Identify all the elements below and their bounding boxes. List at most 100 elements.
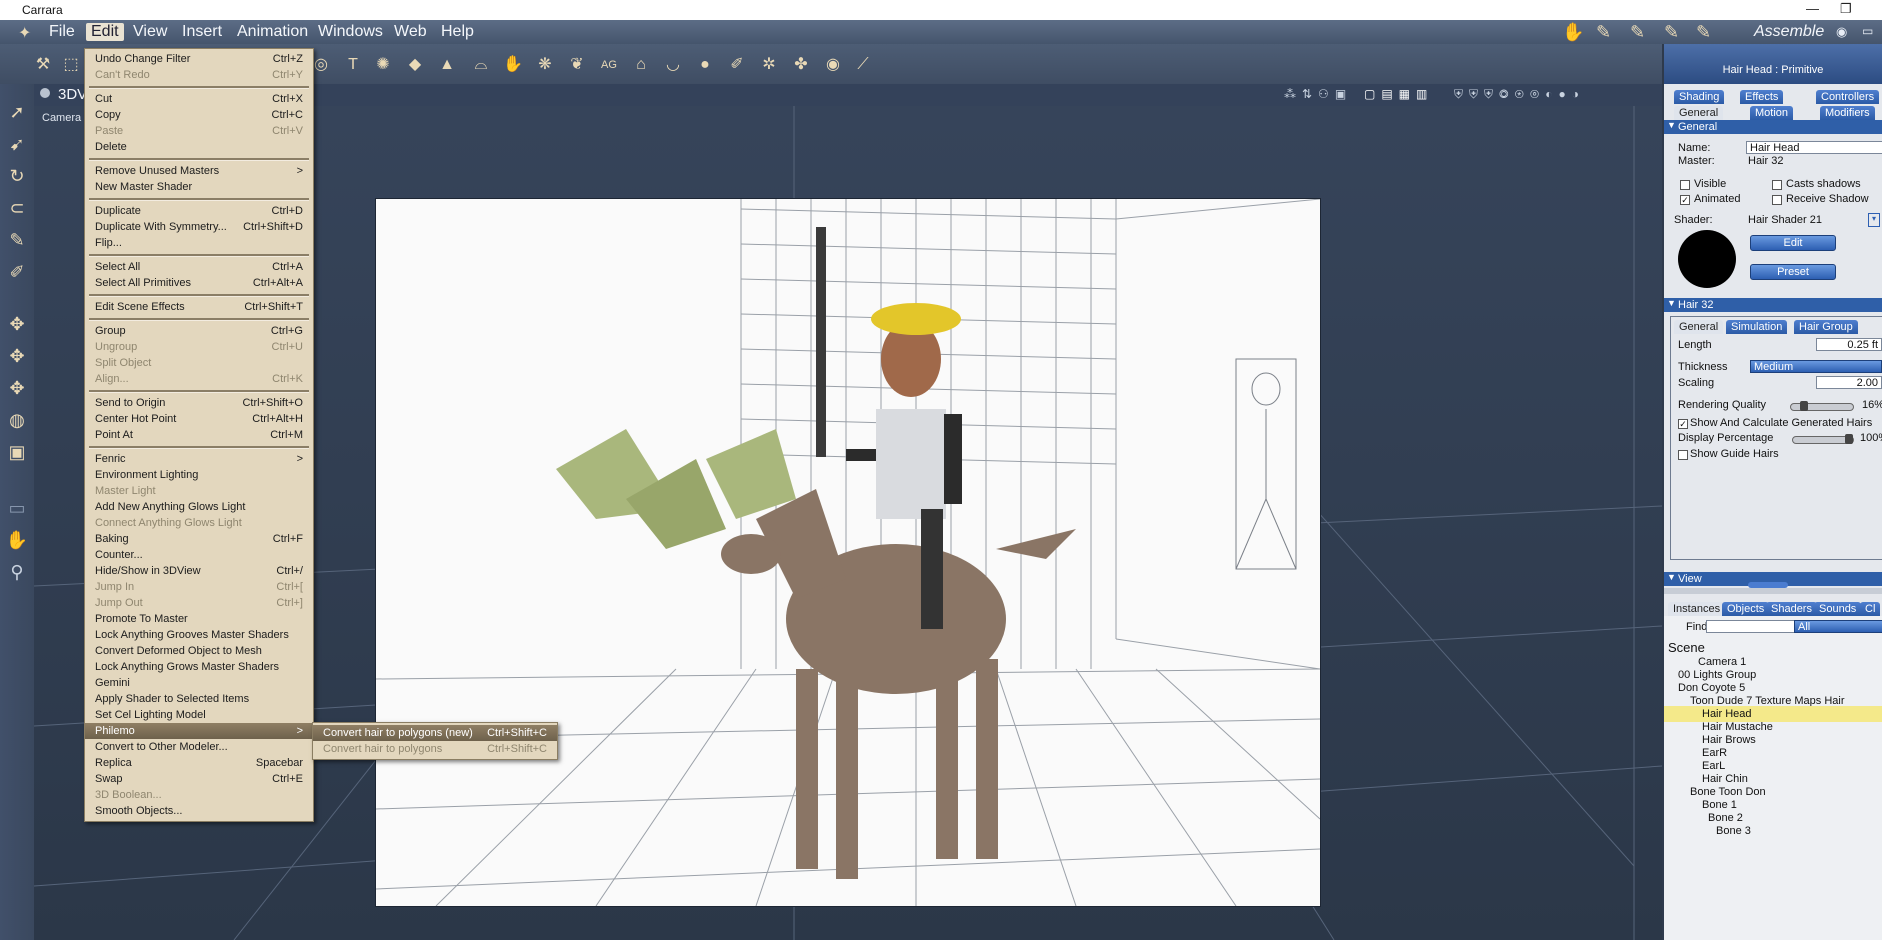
menu-item-apply-shader[interactable]: Apply Shader to Selected Items: [95, 691, 303, 707]
tab-controllers[interactable]: Controllers: [1816, 90, 1880, 104]
menu-item-hide-show[interactable]: Hide/Show in 3DView Ctrl+/: [95, 563, 303, 579]
tab-instances[interactable]: Instances: [1668, 602, 1726, 616]
menu-item-edit-scene-effects[interactable]: Edit Scene Effects Ctrl+Shift+T: [95, 299, 303, 315]
menu-web[interactable]: Web: [389, 23, 432, 41]
trackball-icon[interactable]: ◍: [5, 408, 29, 432]
slider-knob[interactable]: [1799, 401, 1808, 411]
collapse-arrow-icon[interactable]: ▼: [1667, 572, 1676, 582]
tab-general[interactable]: General: [1674, 106, 1724, 120]
menu-item-point-at[interactable]: Point At Ctrl+M: [95, 427, 303, 443]
pen-icon[interactable]: ✎: [5, 228, 29, 252]
menu-item-new-master-shader[interactable]: New Master Shader: [95, 179, 303, 195]
scene-canvas[interactable]: [375, 198, 1321, 907]
tool-move-icon[interactable]: ⚒: [32, 55, 54, 75]
menu-item-replica[interactable]: Replica Spacebar: [95, 755, 303, 771]
visible-checkbox[interactable]: [1680, 180, 1690, 190]
menu-item-group[interactable]: Group Ctrl+G: [95, 323, 303, 339]
menu-item-fenric[interactable]: Fenric >: [95, 451, 303, 467]
paint-icon[interactable]: ✐: [5, 260, 29, 284]
menu-item-cel-lighting[interactable]: Set Cel Lighting Model: [95, 707, 303, 723]
length-field[interactable]: 0.25 ft: [1816, 338, 1882, 351]
tool-skeleton-icon[interactable]: ✤: [790, 55, 812, 75]
thickness-select[interactable]: Medium: [1750, 360, 1882, 373]
section-general-header[interactable]: General: [1664, 120, 1882, 134]
menu-edit[interactable]: Edit: [86, 23, 124, 41]
menu-item-lock-grows[interactable]: Lock Anything Grows Master Shaders: [95, 659, 303, 675]
menu-item-smooth-objects[interactable]: Smooth Objects...: [95, 803, 303, 819]
tool-target-icon[interactable]: ◉: [822, 55, 844, 75]
pan-hand-icon[interactable]: ✋: [5, 528, 29, 552]
minimize-button[interactable]: —: [1806, 1, 1819, 16]
menu-item-swap[interactable]: Swap Ctrl+E: [95, 771, 303, 787]
menu-windows[interactable]: Windows: [313, 23, 388, 41]
shader-dropdown-icon[interactable]: ▾: [1868, 213, 1880, 227]
collapse-arrow-icon[interactable]: ▼: [1667, 120, 1676, 130]
room-storyboard-icon[interactable]: ✋: [1562, 22, 1584, 43]
menu-item-duplicate-symmetry[interactable]: Duplicate With Symmetry... Ctrl+Shift+D: [95, 219, 303, 235]
tool-pin-icon[interactable]: ✐: [726, 55, 748, 75]
preset-shader-button[interactable]: Preset: [1750, 264, 1836, 280]
menu-item-send-to-origin[interactable]: Send to Origin Ctrl+Shift+O: [95, 395, 303, 411]
hair-tab-general[interactable]: General: [1674, 320, 1724, 334]
hair-tab-hair-group[interactable]: Hair Group: [1794, 320, 1858, 334]
tab-shading[interactable]: Shading: [1674, 90, 1725, 104]
view-options-icon[interactable]: [40, 88, 50, 98]
tool-spline-icon[interactable]: ✲: [758, 55, 780, 75]
zoom-magnifier-icon[interactable]: ⚲: [5, 560, 29, 584]
view-nav-icons[interactable]: ⁂⇅⚇▣: [1284, 87, 1352, 101]
tool-tree-icon[interactable]: ❋: [534, 55, 556, 75]
tool-gear-icon[interactable]: ✺: [372, 55, 394, 75]
shading-mode-icons[interactable]: ⛨⛨⛨◎⊛⊚◐●◑: [1454, 87, 1585, 102]
menu-item-philemo[interactable]: Philemo >: [85, 723, 313, 739]
tool-blob-icon[interactable]: ●: [694, 55, 716, 75]
tool-house-icon[interactable]: ⌂: [630, 55, 652, 75]
menu-item-undo[interactable]: Undo Change Filter Ctrl+Z: [95, 51, 303, 67]
translate-xy-icon[interactable]: ✥: [5, 312, 29, 336]
menu-item-baking[interactable]: Baking Ctrl+F: [95, 531, 303, 547]
tool-text3d-icon[interactable]: AG: [598, 55, 620, 75]
rotate-icon[interactable]: ↻: [5, 164, 29, 188]
menu-item-remove-unused-masters[interactable]: Remove Unused Masters >: [95, 163, 303, 179]
show-guide-hairs-checkbox[interactable]: [1678, 450, 1688, 460]
menu-item-convert-modeler[interactable]: Convert to Other Modeler...: [95, 739, 303, 755]
menu-view[interactable]: View: [128, 23, 172, 41]
shader-preview-sphere[interactable]: [1678, 230, 1736, 288]
splitter-handle[interactable]: [1748, 582, 1788, 588]
collapse-arrow-icon[interactable]: ▼: [1667, 298, 1676, 308]
casts-shadows-checkbox[interactable]: [1772, 180, 1782, 190]
tab-sounds[interactable]: Sounds: [1814, 602, 1862, 616]
hair-tab-simulation[interactable]: Simulation: [1726, 320, 1788, 334]
name-field[interactable]: Hair Head: [1746, 141, 1882, 154]
tool-text-icon[interactable]: T: [342, 55, 364, 75]
menu-help[interactable]: Help: [436, 23, 479, 41]
tab-effects[interactable]: Effects: [1740, 90, 1784, 104]
tool-fern-icon[interactable]: ❦: [566, 55, 588, 75]
menu-item-cut[interactable]: Cut Ctrl+X: [95, 91, 303, 107]
tab-objects[interactable]: Objects: [1722, 602, 1770, 616]
panel-toggle-icon[interactable]: ▭: [1862, 24, 1873, 38]
menu-item-copy[interactable]: Copy Ctrl+C: [95, 107, 303, 123]
scaling-field[interactable]: 2.00: [1816, 376, 1882, 389]
translate-xz-icon[interactable]: ✥: [5, 344, 29, 368]
menu-item-promote-to-master[interactable]: Promote To Master: [95, 611, 303, 627]
tab-modifiers[interactable]: Modifiers: [1820, 106, 1875, 120]
translate-yz-icon[interactable]: ✥: [5, 376, 29, 400]
menu-item-delete[interactable]: Delete: [95, 139, 303, 155]
menu-item-center-hot-point[interactable]: Center Hot Point Ctrl+Alt+H: [95, 411, 303, 427]
tree-item-bone-3[interactable]: Bone 3: [1664, 823, 1882, 839]
tool-bone-icon[interactable]: ⟋: [852, 55, 874, 75]
slider-knob[interactable]: [1845, 434, 1853, 444]
eye-icon[interactable]: ◉: [1836, 24, 1847, 40]
show-calc-hairs-checkbox[interactable]: ✓: [1678, 419, 1688, 429]
rendering-quality-slider[interactable]: [1790, 401, 1854, 411]
section-hair-header[interactable]: Hair 32: [1664, 298, 1882, 312]
restore-button[interactable]: ❐: [1840, 1, 1852, 17]
move-arrow-icon[interactable]: ➹: [5, 132, 29, 156]
menu-item-select-all[interactable]: Select All Ctrl+A: [95, 259, 303, 275]
menu-item-counter[interactable]: Counter...: [95, 547, 303, 563]
animated-checkbox[interactable]: ✓: [1680, 195, 1690, 205]
menu-animation[interactable]: Animation: [232, 23, 313, 41]
submenu-convert-hair-new[interactable]: Convert hair to polygons (new) Ctrl+Shift…: [313, 725, 557, 741]
camera-icon[interactable]: ▭: [5, 496, 29, 520]
scale-icon[interactable]: ⊂: [5, 196, 29, 220]
